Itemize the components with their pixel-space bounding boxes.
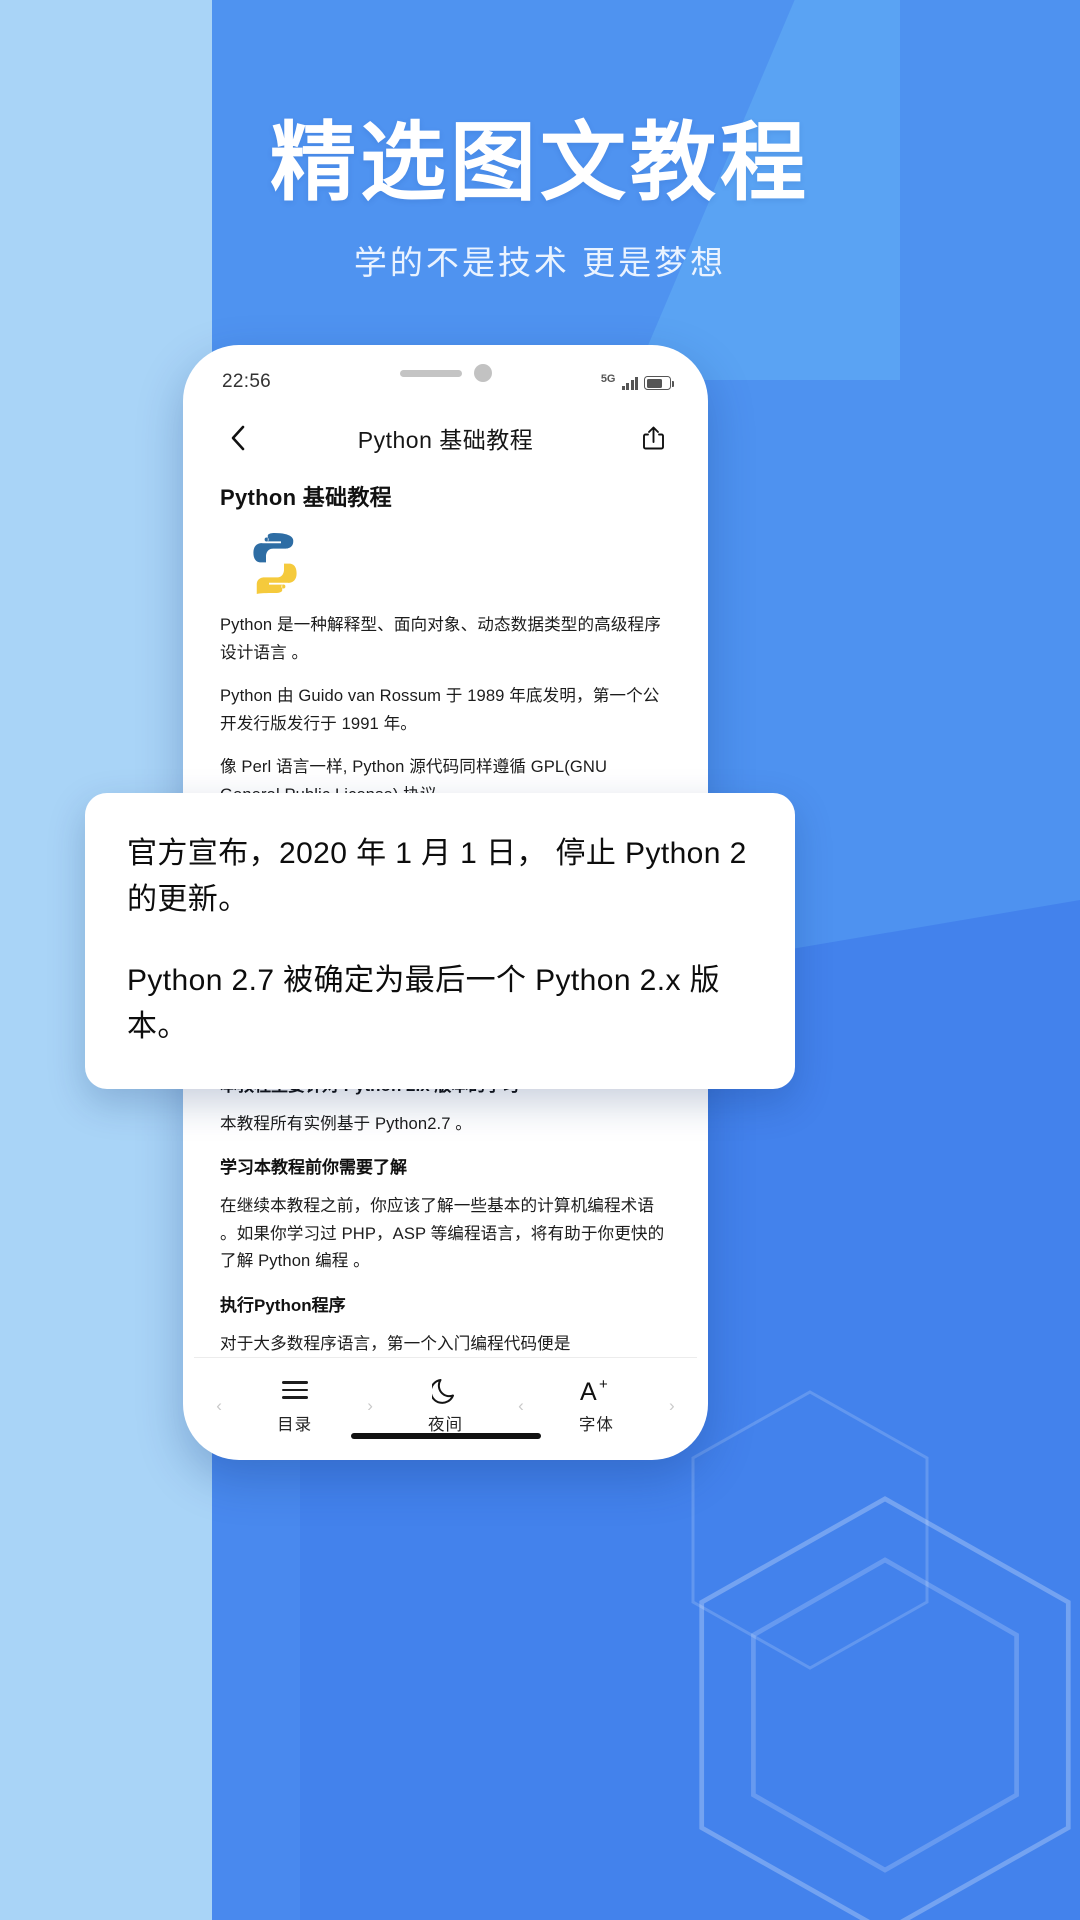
announcement-callout: 官方宣布，2020 年 1 月 1 日， 停止 Python 2 的更新。 Py… [85, 793, 795, 1090]
list-icon [281, 1376, 308, 1404]
status-bar-time: 22:56 [222, 371, 272, 392]
toolbar-item-catalog[interactable]: 目录 [247, 1376, 343, 1435]
toolbar-separator-left: ‹ [216, 1395, 222, 1415]
toolbar-separator-mid-right: ‹ [518, 1395, 524, 1415]
article-paragraph: 本教程所有实例基于 Python2.7 。 [220, 1113, 472, 1133]
font-size-icon: A + [579, 1376, 613, 1404]
status-bar: 22:56 5G [194, 356, 697, 408]
article-paragraph: Python 由 Guido van Rossum 于 1989 年底发明，第一… [220, 686, 660, 733]
article-subheading: 执行Python程序 [220, 1295, 346, 1315]
status-bar-right: 5G [600, 373, 674, 390]
article-paragraph: Python 是一种解释型、面向对象、动态数据类型的高级程序设计语言 。 [220, 615, 661, 662]
poster-header: 精选图文教程 学的不是技术 更是梦想 [0, 118, 1080, 284]
toolbar-item-night-mode[interactable]: 夜间 [397, 1376, 493, 1435]
toolbar-label: 夜间 [427, 1416, 463, 1434]
nav-title: Python 基础教程 [357, 427, 534, 453]
article-paragraph: 在继续本教程之前，你应该了解一些基本的计算机编程术语 。如果你学习过 PHP，A… [220, 1196, 665, 1271]
back-button[interactable] [218, 419, 256, 457]
network-label: 5G [600, 373, 616, 385]
page-subtitle: 学的不是技术 更是梦想 [353, 244, 727, 282]
moon-icon [431, 1376, 459, 1404]
toolbar-label: 目录 [277, 1416, 313, 1434]
share-button[interactable] [635, 419, 673, 457]
phone-notch [380, 360, 512, 386]
callout-line-2: Python 2.7 被确定为最后一个 Python 2.x 版本。 [127, 964, 720, 1043]
toolbar-separator-right: › [668, 1395, 675, 1415]
share-icon [643, 426, 664, 450]
article-paragraph: 对于大多数程序语言，第一个入门编程代码便是 [220, 1333, 571, 1353]
toolbar-label: 字体 [578, 1416, 614, 1434]
app-nav-bar: Python 基础教程 [194, 408, 697, 468]
python-logo-icon [253, 533, 297, 595]
front-camera [473, 364, 492, 382]
svg-text:A: A [580, 1378, 597, 1404]
back-chevron-icon [231, 425, 244, 451]
page-title: 精选图文教程 [270, 115, 810, 211]
callout-line-1: 官方宣布，2020 年 1 月 1 日， 停止 Python 2 的更新。 [127, 837, 747, 916]
toolbar-separator-mid-left: › [367, 1395, 373, 1415]
signal-bars-icon [621, 377, 638, 390]
battery-icon [644, 376, 674, 390]
speaker-grille [399, 369, 462, 377]
article-heading: Python 基础教程 [220, 485, 392, 510]
svg-text:+: + [599, 1376, 608, 1393]
toolbar-item-font[interactable]: A + 字体 [548, 1376, 644, 1435]
hexagon-outline-small-icon [691, 1390, 929, 1670]
article-subheading: 学习本教程前你需要了解 [220, 1158, 407, 1178]
home-indicator [350, 1433, 541, 1439]
